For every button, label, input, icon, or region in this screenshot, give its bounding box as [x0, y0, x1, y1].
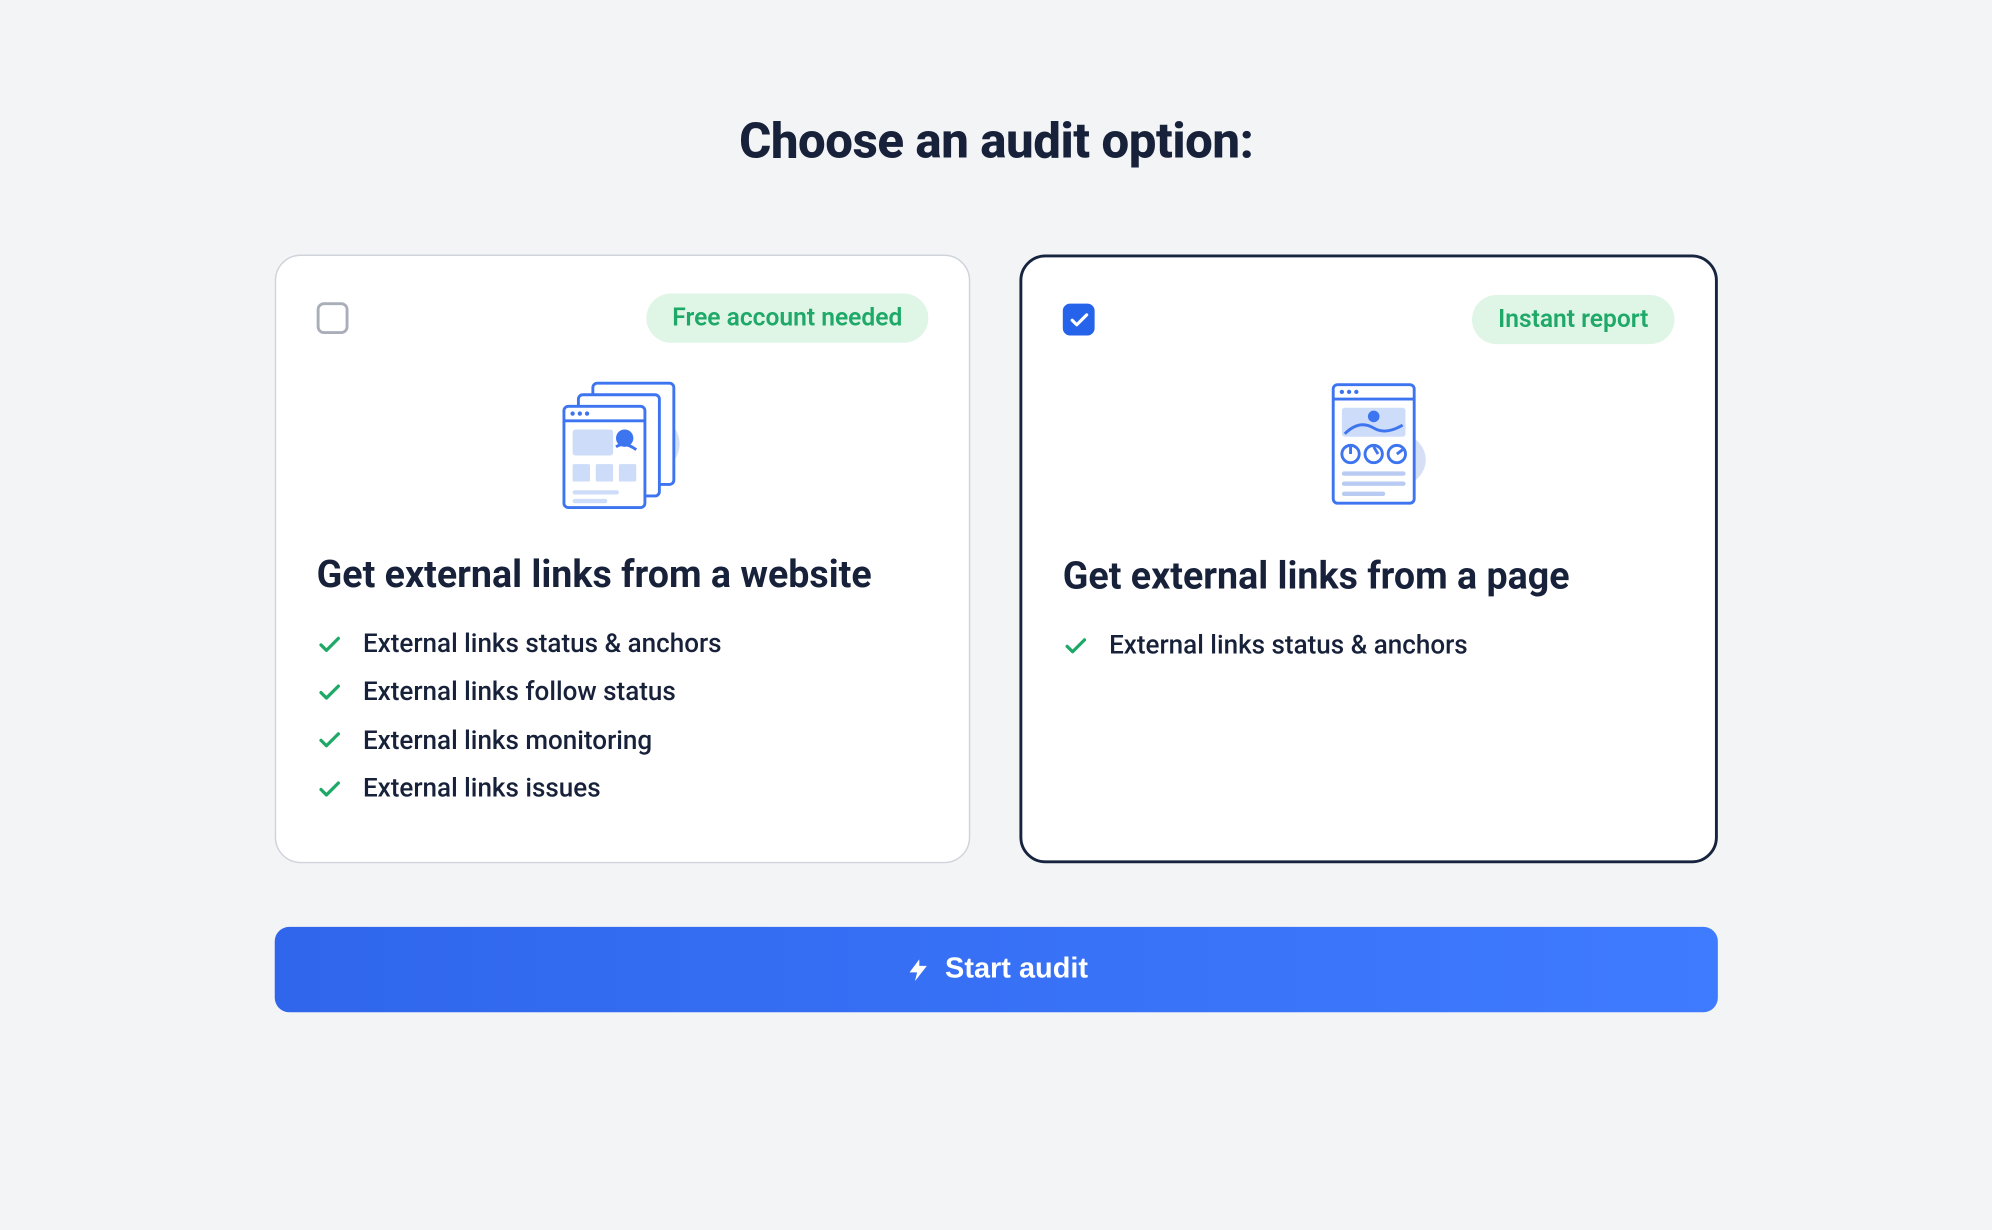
- cta-label: Start audit: [945, 953, 1088, 986]
- checkbox-unchecked[interactable]: [317, 302, 349, 334]
- card-header: Instant report: [1063, 295, 1675, 344]
- feature-list: External links status & anchors External…: [317, 620, 929, 813]
- feature-label: External links monitoring: [363, 717, 652, 765]
- check-icon: [1068, 309, 1090, 331]
- feature-item: External links status & anchors: [1063, 622, 1675, 670]
- option-cards: Free account needed: [0, 254, 1992, 863]
- card-header: Free account needed: [317, 294, 929, 343]
- feature-item: External links follow status: [317, 668, 929, 716]
- check-icon: [317, 728, 343, 754]
- cta-row: Start audit: [0, 864, 1992, 1013]
- badge-free-account: Free account needed: [646, 294, 928, 343]
- feature-label: External links status & anchors: [1109, 622, 1468, 670]
- page-title: Choose an audit option:: [0, 113, 1992, 171]
- single-page-icon: [1063, 376, 1675, 535]
- feature-list: External links status & anchors: [1063, 622, 1675, 670]
- option-card-page[interactable]: Instant report: [1019, 254, 1717, 863]
- website-pages-icon: [317, 375, 929, 534]
- feature-label: External links status & anchors: [363, 620, 722, 668]
- lightning-icon: [905, 957, 931, 983]
- check-icon: [317, 680, 343, 706]
- feature-item: External links monitoring: [317, 717, 929, 765]
- feature-label: External links issues: [363, 765, 601, 813]
- feature-item: External links status & anchors: [317, 620, 929, 668]
- feature-item: External links issues: [317, 765, 929, 813]
- card-title: Get external links from a website: [317, 554, 929, 597]
- start-audit-button[interactable]: Start audit: [275, 927, 1718, 1012]
- check-icon: [317, 776, 343, 802]
- badge-instant-report: Instant report: [1472, 295, 1674, 344]
- check-icon: [317, 631, 343, 657]
- card-title: Get external links from a page: [1063, 555, 1675, 598]
- checkbox-checked[interactable]: [1063, 304, 1095, 336]
- feature-label: External links follow status: [363, 668, 676, 716]
- option-card-website[interactable]: Free account needed: [275, 254, 971, 863]
- check-icon: [1063, 633, 1089, 659]
